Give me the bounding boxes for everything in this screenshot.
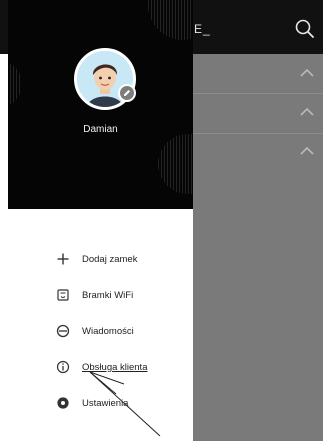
chevron-up-icon[interactable] xyxy=(299,146,315,156)
decorative-circle xyxy=(8,60,22,108)
menu-item-settings[interactable]: Ustawienia xyxy=(56,392,193,414)
menu-item-wifi-gateways[interactable]: Bramki WiFi xyxy=(56,284,193,306)
drawer-header: Damian xyxy=(8,0,193,209)
user-name: Damian xyxy=(83,124,118,135)
menu-item-add-lock[interactable]: Dodaj zamek xyxy=(56,248,193,270)
menu-item-label: Dodaj zamek xyxy=(82,253,138,265)
decorative-circle xyxy=(158,134,193,194)
decorative-circle xyxy=(148,0,193,40)
app-title-fragment: E_ xyxy=(194,22,211,36)
message-icon xyxy=(56,324,70,338)
plus-icon xyxy=(56,252,70,266)
edit-avatar-icon[interactable] xyxy=(118,84,136,102)
menu-item-label: Ustawienia xyxy=(82,397,129,409)
navigation-drawer: Damian Dodaj zamek Bramki WiFi Wiadomośc… xyxy=(8,0,193,441)
search-icon[interactable] xyxy=(294,18,316,40)
row-divider xyxy=(193,93,323,94)
chevron-up-icon[interactable] xyxy=(299,107,315,117)
wifi-gateway-icon xyxy=(56,288,70,302)
menu-item-label: Obsługa klienta xyxy=(82,361,148,373)
menu-item-messages[interactable]: Wiadomości xyxy=(56,320,193,342)
chevron-up-icon[interactable] xyxy=(299,68,315,78)
settings-icon xyxy=(56,396,70,410)
row-divider xyxy=(193,133,323,134)
info-icon xyxy=(56,360,70,374)
menu-item-label: Wiadomości xyxy=(82,325,134,337)
menu-item-customer-service[interactable]: Obsługa klienta xyxy=(56,356,193,378)
menu-item-label: Bramki WiFi xyxy=(82,289,134,301)
